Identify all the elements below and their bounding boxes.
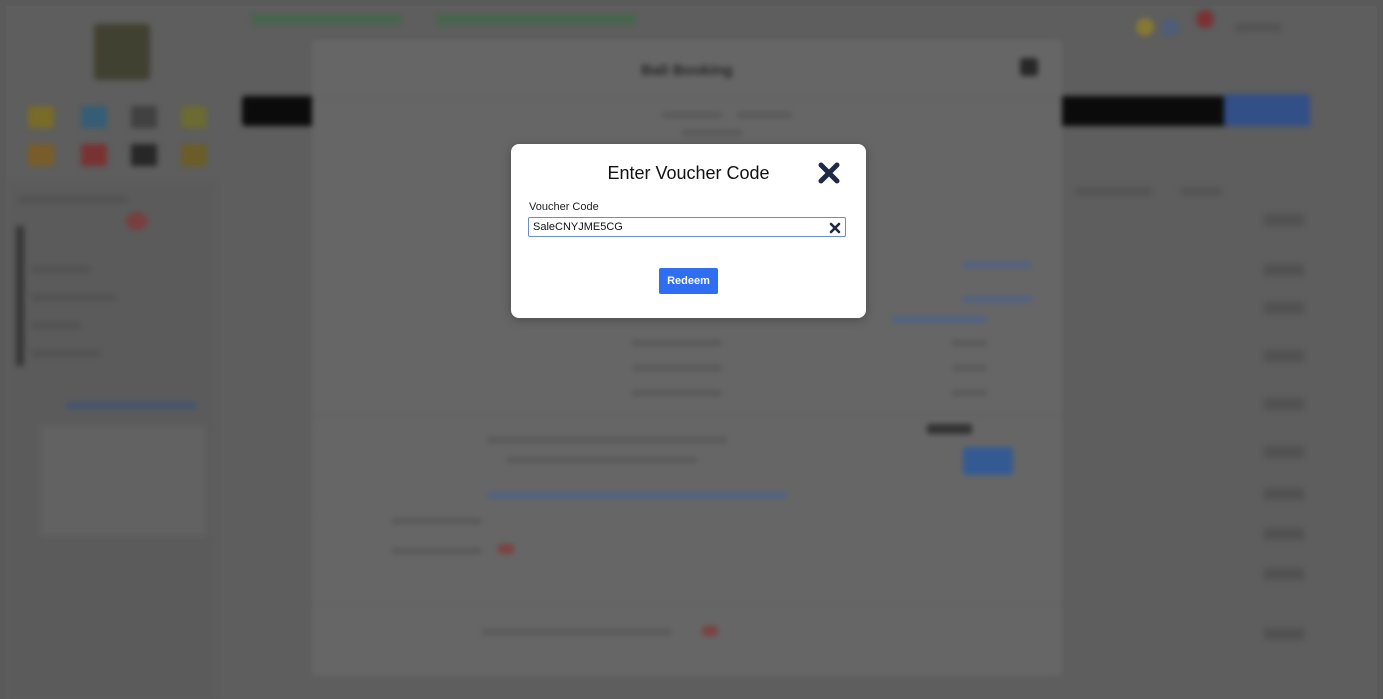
clear-x-icon (829, 222, 841, 234)
redeem-button[interactable]: Redeem (659, 268, 718, 294)
close-x-icon (818, 162, 840, 184)
voucher-code-input[interactable] (533, 219, 817, 235)
voucher-code-label: Voucher Code (529, 201, 599, 213)
close-icon[interactable] (816, 160, 842, 186)
clear-icon[interactable] (829, 221, 841, 234)
voucher-dialog: Enter Voucher Code Voucher Code Redeem (511, 144, 866, 318)
voucher-dialog-title: Enter Voucher Code (607, 163, 770, 183)
modal-backdrop[interactable] (6, 6, 1377, 699)
page: Bali Booking Enter Voucher Code Voucher … (6, 6, 1377, 699)
voucher-code-field (528, 217, 846, 237)
